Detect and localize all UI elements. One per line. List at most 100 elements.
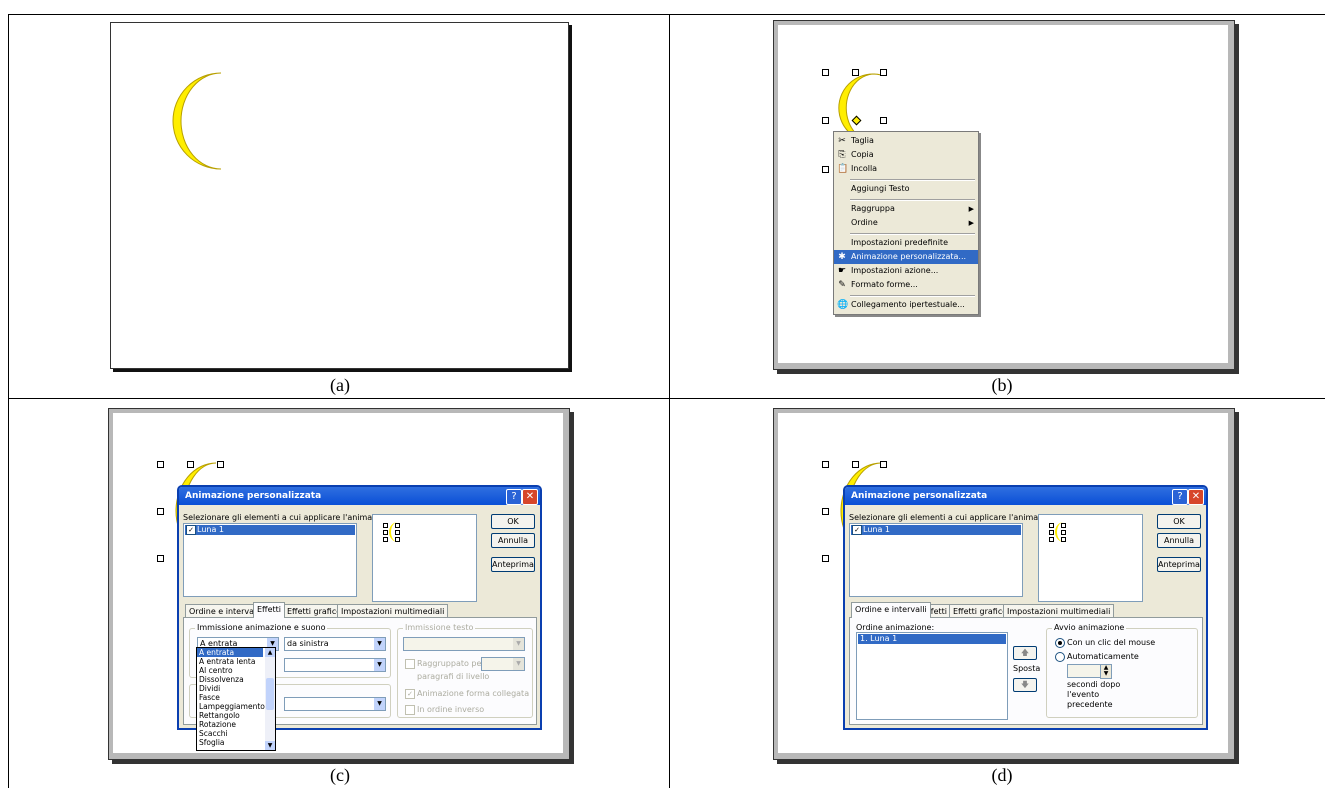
selection-handle[interactable] <box>880 461 887 468</box>
tab-chart-effects[interactable]: Effetti grafico <box>949 604 1012 618</box>
dropdown-option[interactable]: Rettangolo <box>197 711 263 720</box>
selection-handle[interactable] <box>822 461 829 468</box>
menu-item-hyperlink[interactable]: 🌐 Collegamento ipertestuale... <box>834 298 978 312</box>
dropdown-option[interactable]: A entrata lenta <box>197 657 263 666</box>
ok-button[interactable]: OK <box>1157 514 1201 529</box>
preview-button[interactable]: Anteprima <box>491 557 535 572</box>
selection-handle[interactable] <box>157 461 164 468</box>
scroll-down-icon[interactable]: ▼ <box>265 741 275 750</box>
submenu-arrow-icon: ▶ <box>968 219 974 227</box>
menu-item-add-text[interactable]: Aggiungi Testo <box>834 182 978 196</box>
list-item[interactable]: ✓ Luna 1 <box>851 525 1021 535</box>
selection-handle[interactable] <box>187 461 194 468</box>
move-up-button[interactable]: 🡅 <box>1013 646 1037 660</box>
dropdown-option[interactable]: Lampeggiamento <box>197 702 265 711</box>
selection-handle <box>395 537 400 542</box>
tab-effects[interactable]: Effetti <box>253 602 285 618</box>
dropdown-option[interactable]: Dividi <box>197 684 263 693</box>
selection-handle[interactable] <box>822 117 829 124</box>
grid-left <box>8 14 9 788</box>
selection-handle <box>1061 523 1066 528</box>
menu-item-order[interactable]: Ordine ▶ <box>834 216 978 230</box>
cancel-button[interactable]: Annulla <box>1157 533 1201 548</box>
direction-select[interactable]: da sinistra ▼ <box>284 637 386 651</box>
selection-handle <box>383 523 388 528</box>
selection-handle[interactable] <box>880 117 887 124</box>
selection-handle[interactable] <box>157 508 164 515</box>
help-button[interactable]: ? <box>1172 489 1188 505</box>
ok-button[interactable]: OK <box>491 514 535 529</box>
selection-handle <box>395 523 400 528</box>
on-click-radio[interactable] <box>1055 638 1065 648</box>
cancel-button[interactable]: Annulla <box>491 533 535 548</box>
grid-middle-vertical <box>669 14 670 788</box>
close-button[interactable]: ✕ <box>1188 489 1204 505</box>
selection-handle[interactable] <box>852 461 859 468</box>
dropdown-option[interactable]: Al centro <box>197 666 263 675</box>
help-button[interactable]: ? <box>506 489 522 505</box>
move-label: Sposta <box>1013 664 1041 673</box>
selection-handle[interactable] <box>157 555 164 562</box>
entry-effect-dropdown[interactable]: A entrata A entrata lenta Al centro Diss… <box>196 647 276 751</box>
select-elements-label: Selezionare gli elementi a cui applicare… <box>183 513 397 522</box>
element-checkbox[interactable]: ✓ <box>852 525 862 535</box>
selection-handle[interactable] <box>822 508 829 515</box>
moon-shape[interactable] <box>161 71 241 171</box>
sound-select[interactable]: ▼ <box>284 658 386 672</box>
menu-item-paste[interactable]: 📋 Incolla <box>834 162 978 176</box>
close-button[interactable]: ✕ <box>522 489 538 505</box>
selection-handle[interactable] <box>822 166 829 173</box>
tab-multimedia[interactable]: Impostazioni multimediali <box>337 604 449 618</box>
selection-handle[interactable] <box>852 69 859 76</box>
tab-multimedia[interactable]: Impostazioni multimediali <box>1003 604 1115 618</box>
dropdown-option[interactable]: Sfoglia <box>197 738 263 747</box>
menu-item-action-settings[interactable]: ☛ Impostazioni azione... <box>834 264 978 278</box>
selection-handle[interactable] <box>822 69 829 76</box>
menu-item-custom-animation[interactable]: ✱ Animazione personalizzata... <box>834 250 978 264</box>
dropdown-option[interactable]: Rotazione <box>197 720 263 729</box>
preview-button[interactable]: Anteprima <box>1157 557 1201 572</box>
order-list[interactable]: 1. Luna 1 <box>856 632 1008 720</box>
preview-box <box>1038 514 1143 602</box>
automatic-radio[interactable] <box>1055 652 1065 662</box>
after-animation-select[interactable]: ▼ <box>284 697 386 711</box>
scroll-up-icon[interactable]: ▲ <box>265 648 275 657</box>
seconds-spinner[interactable] <box>1067 664 1101 678</box>
chevron-down-icon: ▼ <box>374 698 385 710</box>
tab-chart-effects[interactable]: Effetti grafico <box>283 604 346 618</box>
elements-list[interactable]: ✓ Luna 1 <box>183 523 357 597</box>
menu-item-copy[interactable]: ⎘ Copia <box>834 148 978 162</box>
tab-order-timing[interactable]: Ordine e intervalli <box>851 602 931 618</box>
dialog-title: Animazione personalizzata <box>179 487 540 505</box>
linked-shape-checkbox: ✓ <box>405 689 415 699</box>
grouped-label: Raggruppato per <box>417 659 485 668</box>
submenu-arrow-icon: ▶ <box>968 205 974 213</box>
element-checkbox[interactable]: ✓ <box>186 525 196 535</box>
automatic-label: Automaticamente <box>1067 652 1139 661</box>
arrow-up-icon: 🡅 <box>1020 648 1030 657</box>
selection-handle[interactable] <box>822 555 829 562</box>
selection-handle <box>395 530 400 535</box>
menu-item-cut[interactable]: ✂ Taglia <box>834 134 978 148</box>
selection-handle <box>1061 537 1066 542</box>
move-down-button[interactable]: 🡇 <box>1013 678 1037 692</box>
dropdown-option[interactable]: A entrata <box>197 648 263 657</box>
elements-list[interactable]: ✓ Luna 1 <box>849 523 1023 597</box>
list-item[interactable]: 1. Luna 1 <box>858 634 1006 644</box>
dropdown-option[interactable]: Dissolvenza <box>197 675 263 684</box>
menu-item-group[interactable]: Raggruppa ▶ <box>834 202 978 216</box>
dropdown-option[interactable]: Scacchi <box>197 729 263 738</box>
on-click-label: Con un clic del mouse <box>1067 638 1156 647</box>
selection-handle[interactable] <box>217 461 224 468</box>
dropdown-scrollbar[interactable]: ▲ ▼ <box>265 648 275 750</box>
grouped-checkbox <box>405 659 415 669</box>
scroll-thumb[interactable] <box>266 678 274 710</box>
dropdown-option[interactable]: Fasce <box>197 693 263 702</box>
list-item[interactable]: ✓ Luna 1 <box>185 525 355 535</box>
selection-handle[interactable] <box>880 69 887 76</box>
menu-item-default-settings[interactable]: Impostazioni predefinite oggetto <box>834 236 978 261</box>
menu-separator <box>850 295 975 297</box>
menu-item-format-shape[interactable]: ✎ Formato forme... <box>834 278 978 292</box>
animation-icon: ✱ <box>838 252 846 262</box>
spinner-buttons[interactable]: ▲ ▼ <box>1100 664 1112 679</box>
